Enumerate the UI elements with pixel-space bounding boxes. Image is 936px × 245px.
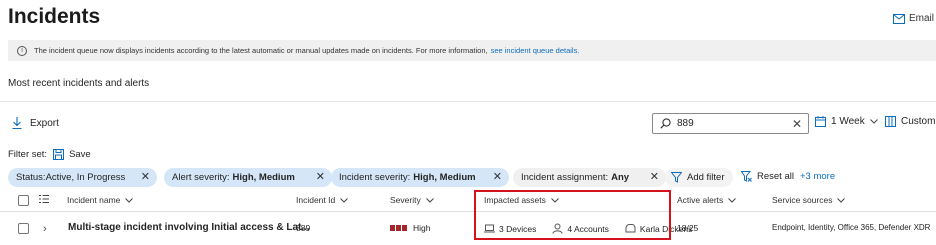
column-label: Service sources: [772, 195, 833, 205]
reset-all-label: Reset all: [757, 171, 794, 182]
row-checkbox[interactable]: [18, 223, 29, 234]
column-incident-name[interactable]: Incident name: [67, 195, 134, 205]
remove-filter-icon[interactable]: ✕: [493, 170, 502, 183]
remove-filter-icon[interactable]: ✕: [316, 170, 325, 183]
filter-icon: [671, 172, 682, 183]
severity-cell: High: [390, 223, 430, 233]
column-label: Severity: [390, 195, 421, 205]
mail-icon: [893, 13, 905, 24]
search-value: 889: [677, 118, 694, 129]
customize-columns-button[interactable]: Customi: [885, 116, 936, 127]
incident-name[interactable]: Multi-stage incident involving Initial a…: [68, 222, 310, 233]
filter-chip-status[interactable]: Status: Active, In Progress ✕: [8, 168, 157, 187]
chip-key: Status:: [16, 172, 46, 183]
customize-label: Customi: [901, 116, 936, 127]
columns-icon: [885, 116, 896, 127]
column-label: Incident Id: [296, 195, 336, 205]
page-title: Incidents: [8, 5, 101, 28]
chevron-down-icon: [340, 197, 349, 203]
email-button[interactable]: Email: [893, 13, 934, 24]
active-alerts: 18/25: [677, 223, 699, 233]
save-icon: [53, 149, 65, 160]
info-banner: i The incident queue now displays incide…: [8, 40, 936, 61]
more-filters-link[interactable]: +3 more: [800, 171, 835, 182]
chevron-right-icon[interactable]: ›: [43, 223, 47, 235]
chevron-down-icon: [425, 197, 434, 203]
column-label: Active alerts: [677, 195, 724, 205]
chip-key: Incident assignment:: [521, 172, 609, 183]
chevron-down-icon: [728, 197, 737, 203]
filter-chip-incident-assignment[interactable]: Incident assignment: Any ✕: [513, 168, 666, 187]
info-icon: i: [17, 45, 27, 56]
table-row[interactable]: › Multi-stage incident involving Initial…: [0, 213, 936, 245]
column-service-sources[interactable]: Service sources: [772, 195, 846, 205]
reset-all-button[interactable]: Reset all: [741, 171, 794, 182]
search-icon: [660, 118, 671, 129]
service-sources: Endpoint, Identity, Office 365, Defender…: [772, 223, 931, 232]
severity-label: High: [413, 223, 431, 233]
column-active-alerts[interactable]: Active alerts: [677, 195, 737, 205]
download-icon: [12, 117, 22, 129]
remove-filter-icon[interactable]: ✕: [141, 170, 150, 183]
chip-value: Any: [611, 172, 630, 183]
column-severity[interactable]: Severity: [390, 195, 434, 205]
search-input[interactable]: 889 ✕: [652, 113, 809, 134]
chip-value: High, Medium: [413, 172, 476, 183]
section-title: Most recent incidents and alerts: [8, 78, 150, 89]
chip-key: Incident severity:: [339, 172, 411, 183]
chevron-down-icon: [125, 197, 134, 203]
calendar-icon: [815, 116, 826, 127]
chevron-down-icon: [837, 197, 846, 203]
column-label: Incident name: [67, 195, 121, 205]
chevron-down-icon: [869, 119, 878, 124]
chip-key: Alert severity:: [172, 172, 230, 183]
export-button[interactable]: Export: [12, 117, 59, 129]
list-options-icon[interactable]: [39, 194, 49, 204]
table-header: Incident name Incident Id Severity Impac…: [0, 190, 936, 212]
chip-value: Active, In Progress: [45, 172, 126, 183]
incident-id: 889: [296, 223, 311, 233]
filter-chip-incident-severity[interactable]: Incident severity: High, Medium ✕: [331, 168, 509, 187]
banner-link[interactable]: see incident queue details.: [491, 46, 580, 55]
highlight-box: [474, 190, 671, 240]
filter-set: Filter set: Save: [8, 149, 91, 160]
add-filter-label: Add filter: [687, 172, 725, 183]
severity-bars-icon: [390, 225, 407, 231]
select-all-checkbox[interactable]: [18, 195, 29, 206]
column-incident-id[interactable]: Incident Id: [296, 195, 349, 205]
filter-chip-alert-severity[interactable]: Alert severity: High, Medium ✕: [164, 168, 332, 187]
export-label: Export: [30, 117, 59, 129]
clear-search-icon[interactable]: ✕: [792, 117, 802, 131]
email-label: Email: [909, 13, 935, 24]
time-range-label: 1 Week: [831, 116, 865, 127]
save-filter-button[interactable]: Save: [53, 149, 91, 160]
banner-text: The incident queue now displays incident…: [34, 46, 488, 55]
add-filter-button[interactable]: Add filter: [665, 168, 733, 187]
clear-filter-icon: [741, 171, 752, 182]
divider: [0, 101, 936, 102]
remove-filter-icon[interactable]: ✕: [650, 170, 659, 183]
filter-set-label: Filter set:: [8, 149, 48, 160]
time-range-dropdown[interactable]: 1 Week: [815, 116, 878, 127]
save-label: Save: [69, 149, 91, 160]
chip-value: High, Medium: [232, 172, 295, 183]
